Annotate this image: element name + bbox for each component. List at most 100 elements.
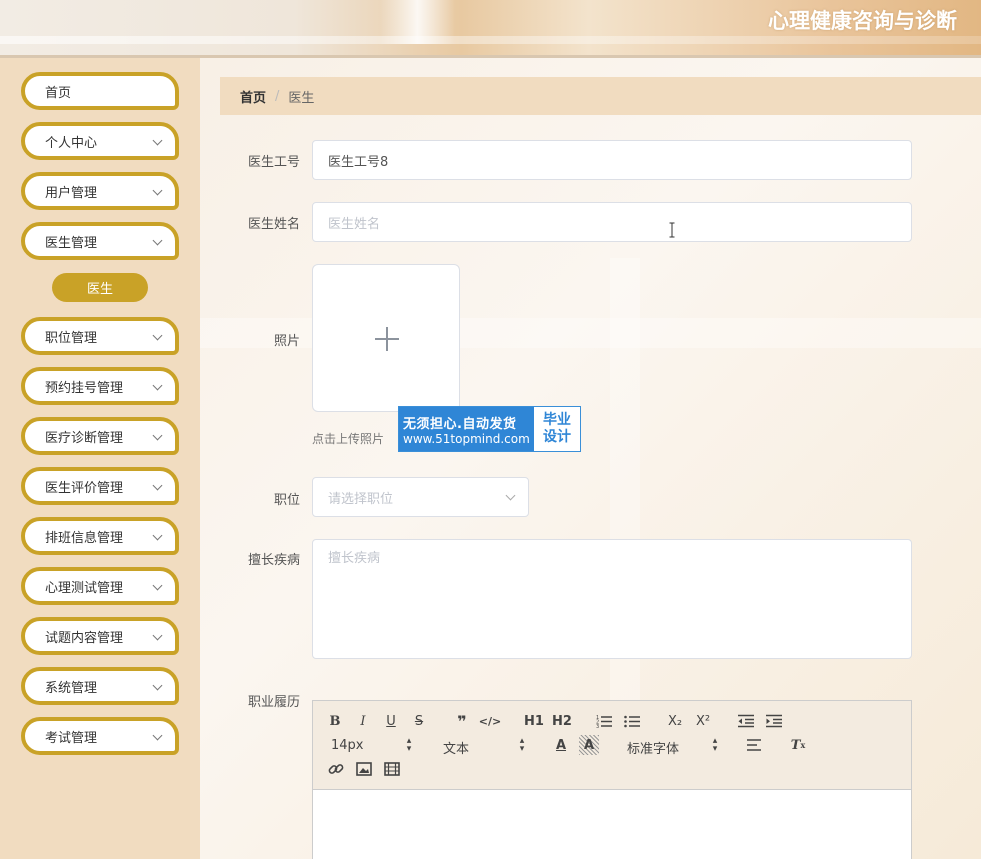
font-family-select[interactable]: 标准字体: [627, 738, 679, 757]
photo-label: 照片: [273, 334, 300, 349]
superscript-button[interactable]: X²: [693, 711, 713, 731]
watermark-line1: 无须担心.自动发货: [403, 416, 517, 432]
subscript-button[interactable]: X₂: [665, 711, 685, 731]
watermark-line2: www.51topmind.com: [403, 431, 530, 446]
sidebar-item-label: 系统管理: [45, 680, 98, 696]
breadcrumb-separator: /: [275, 88, 280, 104]
doctor-name-field[interactable]: 医生姓名: [312, 202, 912, 242]
link-icon: [328, 764, 344, 774]
video-icon: [384, 762, 400, 776]
doctor-id-field[interactable]: 医生工号8: [312, 140, 912, 180]
sidebar-item-label: 医生评价管理: [45, 480, 124, 496]
chevron-down-icon: [152, 185, 163, 196]
align-button[interactable]: [745, 735, 765, 755]
code-block-button[interactable]: </>: [479, 711, 501, 731]
watermark-badge: 无须担心.自动发货 www.51topmind.com 毕业 设计: [398, 406, 581, 452]
position-select[interactable]: 请选择职位: [312, 477, 529, 517]
svg-text:3: 3: [596, 724, 599, 728]
ordered-list-button[interactable]: 1 2 3: [594, 711, 614, 731]
sidebar-item-schedule-management[interactable]: 排班信息管理: [21, 517, 179, 555]
chevron-down-icon: [152, 580, 163, 591]
chevron-down-icon: [152, 135, 163, 146]
heading1-button[interactable]: H1: [523, 711, 545, 731]
editor-toolbar: B I U S ❞ </> H1 H2 1 2 3 X₂ X² 14px ▴ ▾…: [313, 701, 911, 790]
clear-format-button[interactable]: Tx: [788, 735, 808, 755]
sidebar-item-doctor-management[interactable]: 医生管理: [21, 222, 179, 260]
specialty-placeholder: 擅长疾病: [328, 551, 381, 566]
strikethrough-button[interactable]: S: [409, 711, 429, 731]
link-button[interactable]: [326, 759, 346, 779]
specialty-textarea[interactable]: 擅长疾病: [312, 539, 912, 659]
specialty-label: 擅长疾病: [247, 553, 300, 568]
chevron-down-icon: [152, 630, 163, 641]
sidebar-item-exam-management[interactable]: 考试管理: [21, 717, 179, 755]
sidebar-item-label: 预约挂号管理: [45, 380, 124, 396]
sidebar-item-personal-center[interactable]: 个人中心: [21, 122, 179, 160]
photo-upload-hint: 点击上传照片: [312, 432, 385, 446]
sidebar-item-label: 医生管理: [45, 235, 98, 251]
outdent-icon: [738, 714, 754, 728]
font-size-select[interactable]: 14px: [331, 738, 364, 753]
italic-button[interactable]: I: [353, 711, 373, 731]
photo-upload-button[interactable]: [312, 264, 460, 412]
chevron-down-icon: [152, 480, 163, 491]
doctor-name-label: 医生姓名: [247, 217, 300, 232]
bold-button[interactable]: B: [325, 711, 345, 731]
sidebar-item-home[interactable]: 首页: [21, 72, 179, 110]
indent-icon: [766, 714, 782, 728]
bullet-list-button[interactable]: [622, 711, 642, 731]
chevron-down-icon: [152, 380, 163, 391]
chevron-down-icon: [152, 530, 163, 541]
position-placeholder: 请选择职位: [328, 491, 394, 507]
breadcrumb: 首页 / 医生: [220, 77, 981, 115]
doctor-id-label: 医生工号: [247, 155, 300, 170]
doctor-id-value: 医生工号8: [328, 154, 389, 170]
app-title: 心理健康咨询与诊断: [768, 9, 957, 33]
text-color-button[interactable]: A: [551, 735, 571, 755]
underline-button[interactable]: U: [381, 711, 401, 731]
sidebar-item-label: 排班信息管理: [45, 530, 124, 546]
sidebar-item-label: 医疗诊断管理: [45, 430, 124, 446]
header-caret-icon: ▴ ▾: [519, 736, 525, 754]
sidebar-item-review-management[interactable]: 医生评价管理: [21, 467, 179, 505]
breadcrumb-current: 医生: [288, 90, 315, 106]
main-content: 首页 / 医生 医生工号 医生工号8 医生姓名 医生姓名 照片 点击上传照片 职…: [200, 58, 981, 859]
blockquote-button[interactable]: ❞: [452, 711, 472, 731]
sidebar-item-question-management[interactable]: 试题内容管理: [21, 617, 179, 655]
header-band: [0, 36, 981, 44]
image-icon: [356, 762, 372, 776]
sidebar-item-diagnosis-management[interactable]: 医疗诊断管理: [21, 417, 179, 455]
resume-rich-editor[interactable]: B I U S ❞ </> H1 H2 1 2 3 X₂ X² 14px ▴ ▾…: [312, 700, 912, 859]
video-button[interactable]: [382, 759, 402, 779]
chevron-down-icon: [152, 430, 163, 441]
align-left-icon: [747, 739, 761, 751]
sidebar-item-appointment-management[interactable]: 预约挂号管理: [21, 367, 179, 405]
watermark-left: 无须担心.自动发货 www.51topmind.com: [399, 407, 534, 451]
sidebar-item-user-management[interactable]: 用户管理: [21, 172, 179, 210]
sidebar-item-label: 用户管理: [45, 185, 98, 201]
sidebar-item-system-management[interactable]: 系统管理: [21, 667, 179, 705]
sidebar-item-label: 考试管理: [45, 730, 98, 746]
breadcrumb-home[interactable]: 首页: [240, 87, 266, 106]
position-label: 职位: [273, 493, 300, 508]
background-color-button[interactable]: A: [579, 735, 599, 755]
bullet-list-icon: [624, 715, 640, 728]
sidebar-item-label: 首页: [45, 85, 72, 101]
resume-label: 职业履历: [247, 695, 300, 710]
chevron-down-icon: [152, 235, 163, 246]
sidebar-item-position-management[interactable]: 职位管理: [21, 317, 179, 355]
chevron-down-icon: [152, 730, 163, 741]
sidebar-item-label: 心理测试管理: [45, 580, 124, 596]
header-select[interactable]: 文本: [443, 738, 469, 757]
image-button[interactable]: [354, 759, 374, 779]
watermark-right: 毕业 设计: [534, 407, 580, 451]
chevron-down-icon: [505, 490, 516, 501]
watermark-right2: 设计: [543, 429, 571, 445]
sidebar-item-psych-test-management[interactable]: 心理测试管理: [21, 567, 179, 605]
submenu-item-doctor[interactable]: 医生: [52, 273, 148, 302]
heading2-button[interactable]: H2: [551, 711, 573, 731]
outdent-button[interactable]: [736, 711, 756, 731]
sidebar-item-label: 试题内容管理: [45, 630, 124, 646]
indent-button[interactable]: [764, 711, 784, 731]
plus-icon-stroke: [386, 327, 388, 351]
